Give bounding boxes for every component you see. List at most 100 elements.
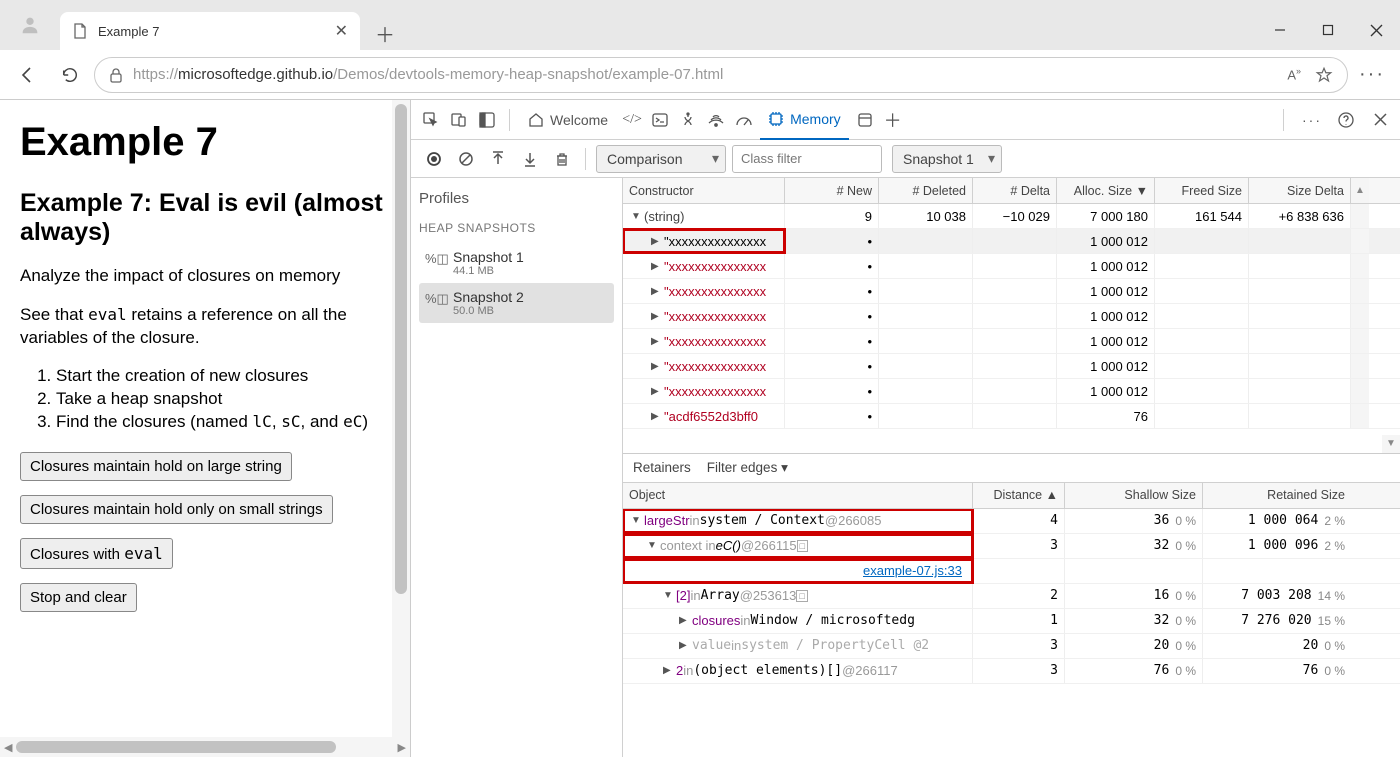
import-icon[interactable] bbox=[517, 146, 543, 172]
new-tab-button[interactable]: ＋ bbox=[368, 16, 402, 50]
instructions-list: Start the creation of new closures Take … bbox=[56, 366, 390, 432]
window-close-button[interactable] bbox=[1352, 10, 1400, 50]
tab-title: Example 7 bbox=[98, 24, 325, 39]
table-row[interactable]: ▼(string)910 038−10 0297 000 180161 544+… bbox=[623, 204, 1400, 229]
col-delta[interactable]: # Delta bbox=[973, 178, 1057, 203]
sources-icon[interactable] bbox=[676, 108, 700, 132]
read-aloud-icon[interactable]: A» bbox=[1287, 66, 1301, 82]
favorite-icon[interactable] bbox=[1315, 66, 1333, 84]
table-row[interactable]: ▶closures in Window / microsoftedg1320 %… bbox=[623, 609, 1400, 634]
table-row[interactable]: ▶"xxxxxxxxxxxxxxx•1 000 012 bbox=[623, 229, 1400, 254]
list-item: Take a heap snapshot bbox=[56, 389, 390, 409]
lock-icon bbox=[109, 67, 123, 83]
maximize-button[interactable] bbox=[1304, 10, 1352, 50]
export-icon[interactable] bbox=[485, 146, 511, 172]
class-filter-input[interactable]: Class filter bbox=[732, 145, 882, 173]
devtools-tabs: Welcome </> Memory ＋ ··· bbox=[411, 100, 1400, 140]
close-devtools-icon[interactable] bbox=[1368, 108, 1392, 132]
inspect-icon[interactable] bbox=[419, 108, 443, 132]
refresh-button[interactable] bbox=[52, 57, 88, 93]
table-row[interactable]: ▶"xxxxxxxxxxxxxxx•1 000 012 bbox=[623, 329, 1400, 354]
close-tab-icon[interactable]: ✕ bbox=[335, 21, 348, 41]
table-row[interactable]: ▶value in system / PropertyCell @23200 %… bbox=[623, 634, 1400, 659]
window-controls bbox=[1256, 10, 1400, 50]
page-h1: Example 7 bbox=[20, 120, 390, 165]
filter-edges-dropdown[interactable]: Filter edges ▾ bbox=[707, 460, 788, 476]
memory-toolbar: Comparison Class filter Snapshot 1 bbox=[411, 140, 1400, 178]
snapshot-icon: %◫ bbox=[425, 251, 445, 267]
page-content: Example 7 Example 7: Eval is evil (almos… bbox=[0, 100, 410, 757]
elements-icon[interactable]: </> bbox=[620, 108, 644, 132]
list-item: Find the closures (named lC, sC, and eC) bbox=[56, 412, 390, 432]
network-icon[interactable] bbox=[704, 108, 728, 132]
col-deleted[interactable]: # Deleted bbox=[879, 178, 973, 203]
col-distance[interactable]: Distance ▲ bbox=[973, 483, 1065, 508]
vertical-scrollbar[interactable] bbox=[392, 100, 410, 737]
col-shallow-size[interactable]: Shallow Size bbox=[1065, 483, 1203, 508]
stop-clear-button[interactable]: Stop and clear bbox=[20, 583, 137, 612]
constructor-table-body: ▼(string)910 038−10 0297 000 180161 544+… bbox=[623, 204, 1400, 453]
source-link-row[interactable]: example-07.js:33 bbox=[623, 559, 1400, 584]
device-toggle-icon[interactable] bbox=[447, 108, 471, 132]
retainers-tabs: Retainers Filter edges ▾ bbox=[623, 453, 1400, 483]
help-icon[interactable] bbox=[1334, 108, 1358, 132]
table-row[interactable]: ▶2 in (object elements)[] @2661173760 %7… bbox=[623, 659, 1400, 684]
col-object[interactable]: Object bbox=[623, 483, 973, 508]
col-size-delta[interactable]: Size Delta bbox=[1249, 178, 1351, 203]
col-alloc-size[interactable]: Alloc. Size ▼ bbox=[1057, 178, 1155, 203]
page-icon bbox=[72, 23, 88, 39]
constructor-table-header: Constructor # New # Deleted # Delta Allo… bbox=[623, 178, 1400, 204]
view-dropdown[interactable]: Comparison bbox=[596, 145, 726, 173]
tab-memory[interactable]: Memory bbox=[760, 100, 849, 140]
retainers-table-header: Object Distance ▲ Shallow Size Retained … bbox=[623, 483, 1400, 509]
back-button[interactable] bbox=[10, 57, 46, 93]
address-field[interactable]: https://microsoftedge.github.io/Demos/de… bbox=[94, 57, 1348, 93]
table-row[interactable]: ▼[2] in Array @253613 □2160 %7 003 20814… bbox=[623, 584, 1400, 609]
add-tab-icon[interactable]: ＋ bbox=[881, 108, 905, 132]
list-item: Start the creation of new closures bbox=[56, 366, 390, 386]
url-text: https://microsoftedge.github.io/Demos/de… bbox=[133, 66, 723, 83]
closures-small-strings-button[interactable]: Closures maintain hold only on small str… bbox=[20, 495, 333, 524]
table-row[interactable]: ▶"acdf6552d3bff0•76 bbox=[623, 404, 1400, 429]
page-p1: Analyze the impact of closures on memory bbox=[20, 265, 390, 288]
profile-icon[interactable] bbox=[15, 10, 45, 40]
horizontal-scrollbar[interactable]: ◀▶ bbox=[0, 737, 410, 757]
more-tools-icon[interactable]: ··· bbox=[1300, 108, 1324, 132]
table-row[interactable]: ▶"xxxxxxxxxxxxxxx•1 000 012 bbox=[623, 379, 1400, 404]
minimize-button[interactable] bbox=[1256, 10, 1304, 50]
console-icon[interactable] bbox=[648, 108, 672, 132]
snapshot-icon: %◫ bbox=[425, 291, 445, 307]
browser-tab[interactable]: Example 7 ✕ bbox=[60, 12, 360, 50]
snapshot-item[interactable]: %◫ Snapshot 250.0 MB bbox=[419, 283, 614, 323]
table-row[interactable]: ▶"xxxxxxxxxxxxxxx•1 000 012 bbox=[623, 254, 1400, 279]
scroll-down-icon[interactable]: ▼ bbox=[1382, 435, 1400, 453]
table-row[interactable]: ▼largeStr in system / Context @266085436… bbox=[623, 509, 1400, 534]
dock-icon[interactable] bbox=[475, 108, 499, 132]
scroll-up-icon[interactable]: ▲ bbox=[1351, 178, 1369, 203]
heap-snapshots-heading: HEAP SNAPSHOTS bbox=[419, 221, 614, 235]
snapshot-item[interactable]: %◫ Snapshot 144.1 MB bbox=[419, 243, 614, 283]
clear-icon[interactable] bbox=[453, 146, 479, 172]
closures-large-string-button[interactable]: Closures maintain hold on large string bbox=[20, 452, 292, 481]
col-new[interactable]: # New bbox=[785, 178, 879, 203]
col-retained-size[interactable]: Retained Size bbox=[1203, 483, 1351, 508]
application-icon[interactable] bbox=[853, 108, 877, 132]
table-row[interactable]: ▶"xxxxxxxxxxxxxxx•1 000 012 bbox=[623, 304, 1400, 329]
table-row[interactable]: ▶"xxxxxxxxxxxxxxx•1 000 012 bbox=[623, 354, 1400, 379]
table-row[interactable]: ▶"xxxxxxxxxxxxxxx•1 000 012 bbox=[623, 279, 1400, 304]
tab-welcome[interactable]: Welcome bbox=[520, 100, 616, 140]
col-constructor[interactable]: Constructor bbox=[623, 178, 785, 203]
baseline-dropdown[interactable]: Snapshot 1 bbox=[892, 145, 1002, 173]
address-bar: https://microsoftedge.github.io/Demos/de… bbox=[0, 50, 1400, 100]
retainers-tab[interactable]: Retainers bbox=[633, 460, 691, 475]
retainers-table-body: ▼largeStr in system / Context @266085436… bbox=[623, 509, 1400, 757]
more-button[interactable]: ··· bbox=[1354, 57, 1390, 93]
gc-icon[interactable] bbox=[549, 146, 575, 172]
page-h2: Example 7: Eval is evil (almost always) bbox=[20, 189, 390, 247]
record-icon[interactable] bbox=[421, 146, 447, 172]
closures-eval-button[interactable]: Closures with eval bbox=[20, 538, 173, 569]
table-row[interactable]: ▼context in eC() @266115 □3320 %1 000 09… bbox=[623, 534, 1400, 559]
browser-title-bar: Example 7 ✕ ＋ bbox=[0, 0, 1400, 50]
performance-icon[interactable] bbox=[732, 108, 756, 132]
col-freed-size[interactable]: Freed Size bbox=[1155, 178, 1249, 203]
